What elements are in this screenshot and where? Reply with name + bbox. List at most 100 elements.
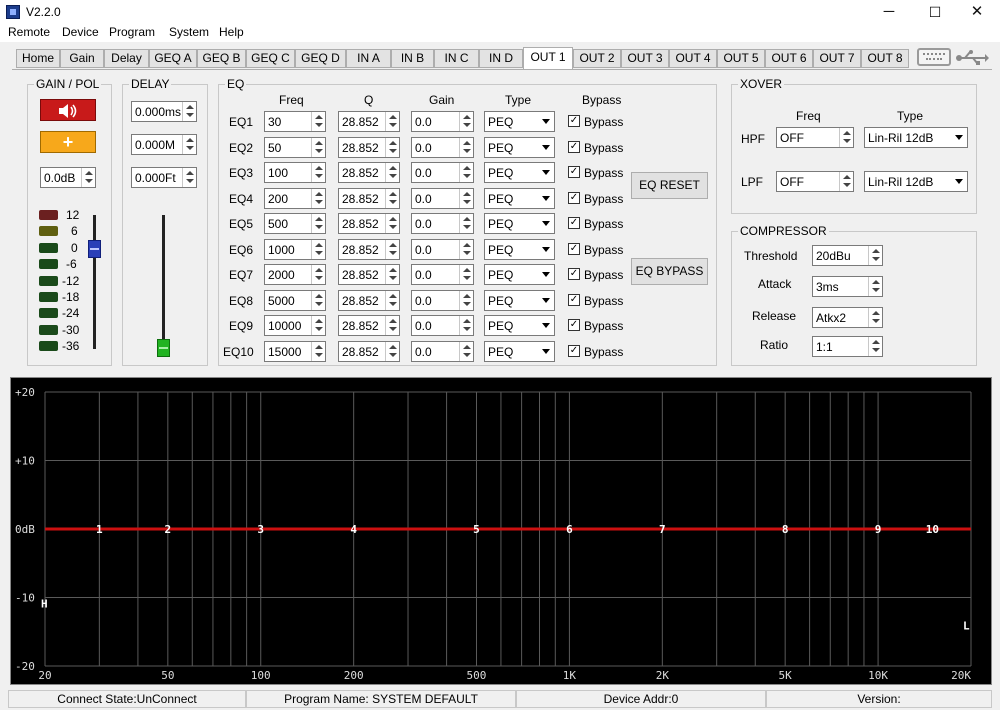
spin-arrows-icon[interactable]: [385, 214, 399, 233]
eq-bypass-label[interactable]: Bypass: [584, 141, 623, 155]
eq-q-spinner[interactable]: 28.852: [338, 188, 400, 209]
eq-bypass-checkbox[interactable]: ✓: [568, 115, 580, 127]
eq-type-select[interactable]: PEQ: [484, 137, 555, 158]
minimize-button[interactable]: ─: [866, 0, 912, 24]
eq-freq-spinner[interactable]: 50: [264, 137, 326, 158]
spin-arrows-icon[interactable]: [311, 138, 325, 157]
eq-bypass-checkbox[interactable]: ✓: [568, 268, 580, 280]
hpf-type-select[interactable]: Lin-Ril 12dB: [864, 127, 968, 148]
chevron-down-icon[interactable]: [951, 128, 967, 147]
attack-spinner[interactable]: 3ms: [812, 276, 883, 297]
spin-arrows-icon[interactable]: [182, 135, 196, 154]
eq-bypass-checkbox[interactable]: ✓: [568, 294, 580, 306]
tab-out-1[interactable]: OUT 1: [523, 47, 573, 69]
eq-bypass-checkbox[interactable]: ✓: [568, 319, 580, 331]
eq-freq-spinner[interactable]: 1000: [264, 239, 326, 260]
spin-arrows-icon[interactable]: [385, 189, 399, 208]
menu-device[interactable]: Device: [62, 25, 99, 39]
eq-gain-spinner[interactable]: 0.0: [411, 137, 474, 158]
eq-bypass-label[interactable]: Bypass: [584, 217, 623, 231]
spin-arrows-icon[interactable]: [311, 265, 325, 284]
eq-freq-spinner[interactable]: 200: [264, 188, 326, 209]
eq-type-select[interactable]: PEQ: [484, 264, 555, 285]
tab-out-8[interactable]: OUT 8: [861, 49, 909, 68]
spin-arrows-icon[interactable]: [182, 168, 196, 187]
response-plot[interactable]: +20 +10 0dB -10 -2020 50 100 200 500 1K 2K 5K 10K 20K…: [11, 378, 991, 684]
tab-geq-c[interactable]: GEQ C: [246, 49, 295, 68]
chevron-down-icon[interactable]: [538, 163, 554, 182]
spin-arrows-icon[interactable]: [385, 291, 399, 310]
spin-arrows-icon[interactable]: [311, 112, 325, 131]
tab-geq-b[interactable]: GEQ B: [197, 49, 246, 68]
eq-q-spinner[interactable]: 28.852: [338, 111, 400, 132]
eq-q-spinner[interactable]: 28.852: [338, 213, 400, 234]
eq-type-select[interactable]: PEQ: [484, 315, 555, 336]
spin-arrows-icon[interactable]: [459, 214, 473, 233]
eq-freq-spinner[interactable]: 10000: [264, 315, 326, 336]
eq-bypass-button[interactable]: EQ BYPASS: [631, 258, 708, 285]
eq-freq-spinner[interactable]: 15000: [264, 341, 326, 362]
chevron-down-icon[interactable]: [538, 112, 554, 131]
eq-bypass-label[interactable]: Bypass: [584, 319, 623, 333]
spin-arrows-icon[interactable]: [839, 128, 853, 147]
chevron-down-icon[interactable]: [538, 214, 554, 233]
eq-freq-spinner[interactable]: 500: [264, 213, 326, 234]
tab-out-4[interactable]: OUT 4: [669, 49, 717, 68]
spin-arrows-icon[interactable]: [459, 112, 473, 131]
tab-delay[interactable]: Delay: [104, 49, 149, 68]
mute-button[interactable]: [40, 99, 96, 121]
eq-bypass-checkbox[interactable]: ✓: [568, 345, 580, 357]
eq-type-select[interactable]: PEQ: [484, 162, 555, 183]
polarity-button[interactable]: +: [40, 131, 96, 153]
delay-slider-thumb[interactable]: [157, 339, 170, 357]
eq-freq-spinner[interactable]: 100: [264, 162, 326, 183]
gain-slider-thumb[interactable]: [88, 240, 101, 258]
release-spinner[interactable]: Atkx2: [812, 307, 883, 328]
eq-gain-spinner[interactable]: 0.0: [411, 111, 474, 132]
spin-arrows-icon[interactable]: [311, 240, 325, 259]
tab-out-7[interactable]: OUT 7: [813, 49, 861, 68]
eq-freq-spinner[interactable]: 30: [264, 111, 326, 132]
maximize-button[interactable]: ☐: [912, 0, 958, 24]
eq-bypass-label[interactable]: Bypass: [584, 268, 623, 282]
eq-gain-spinner[interactable]: 0.0: [411, 290, 474, 311]
spin-arrows-icon[interactable]: [385, 240, 399, 259]
eq-gain-spinner[interactable]: 0.0: [411, 239, 474, 260]
eq-reset-button[interactable]: EQ RESET: [631, 172, 708, 199]
lpf-freq-spinner[interactable]: OFF: [776, 171, 854, 192]
spin-arrows-icon[interactable]: [459, 189, 473, 208]
spin-arrows-icon[interactable]: [311, 342, 325, 361]
eq-bypass-label[interactable]: Bypass: [584, 115, 623, 129]
eq-type-select[interactable]: PEQ: [484, 341, 555, 362]
tab-geq-a[interactable]: GEQ A: [149, 49, 197, 68]
gain-slider-track[interactable]: [93, 215, 96, 349]
spin-arrows-icon[interactable]: [385, 112, 399, 131]
eq-freq-spinner[interactable]: 2000: [264, 264, 326, 285]
spin-arrows-icon[interactable]: [459, 138, 473, 157]
spin-arrows-icon[interactable]: [385, 342, 399, 361]
eq-response-graph[interactable]: +20 +10 0dB -10 -20 20 50 100 200 500 1K 2K 5K 10K 20K…: [10, 377, 992, 685]
eq-type-select[interactable]: PEQ: [484, 188, 555, 209]
delay-meters-spinner[interactable]: 0.000M: [131, 134, 197, 155]
eq-bypass-label[interactable]: Bypass: [584, 243, 623, 257]
tab-in-d[interactable]: IN D: [479, 49, 523, 68]
delay-slider-track[interactable]: [162, 215, 165, 355]
eq-q-spinner[interactable]: 28.852: [338, 341, 400, 362]
tab-in-b[interactable]: IN B: [391, 49, 434, 68]
spin-arrows-icon[interactable]: [459, 342, 473, 361]
eq-gain-spinner[interactable]: 0.0: [411, 315, 474, 336]
tab-out-2[interactable]: OUT 2: [573, 49, 621, 68]
eq-q-spinner[interactable]: 28.852: [338, 239, 400, 260]
chevron-down-icon[interactable]: [951, 172, 967, 191]
spin-arrows-icon[interactable]: [311, 316, 325, 335]
ratio-spinner[interactable]: 1:1: [812, 336, 883, 357]
menu-help[interactable]: Help: [219, 25, 244, 39]
eq-bypass-checkbox[interactable]: ✓: [568, 217, 580, 229]
spin-arrows-icon[interactable]: [311, 163, 325, 182]
spin-arrows-icon[interactable]: [459, 265, 473, 284]
eq-gain-spinner[interactable]: 0.0: [411, 341, 474, 362]
eq-gain-spinner[interactable]: 0.0: [411, 188, 474, 209]
spin-arrows-icon[interactable]: [868, 246, 882, 265]
spin-arrows-icon[interactable]: [385, 316, 399, 335]
eq-gain-spinner[interactable]: 0.0: [411, 162, 474, 183]
